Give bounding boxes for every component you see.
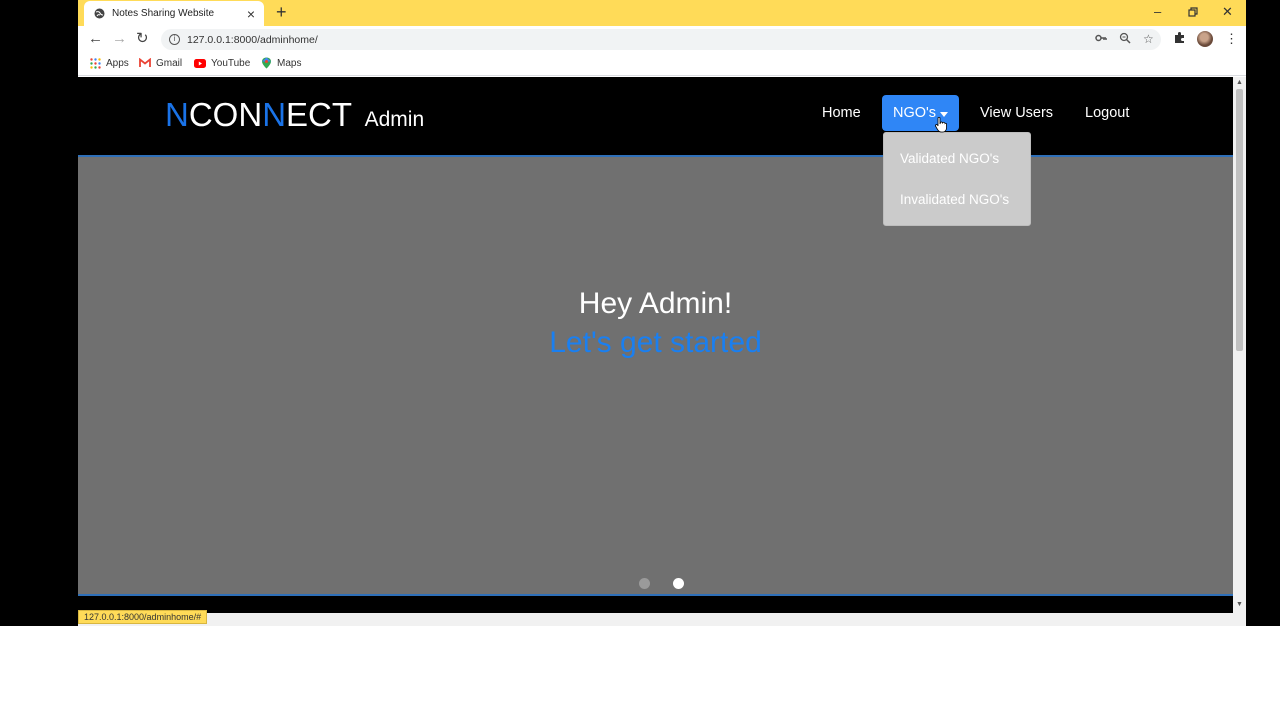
reload-icon[interactable]: ↻ <box>136 30 149 48</box>
horizontal-scrollbar[interactable] <box>78 613 1246 626</box>
bookmark-label: Maps <box>277 57 302 69</box>
menu-item-validated-ngos[interactable]: Validated NGO's <box>900 151 999 166</box>
key-icon[interactable] <box>1095 32 1107 47</box>
hero-subtitle: Let's get started <box>549 326 762 359</box>
logo-part: N <box>262 96 287 133</box>
info-icon[interactable]: i <box>169 34 180 45</box>
browser-tab[interactable]: Notes Sharing Website × <box>84 1 264 26</box>
browser-toolbar: ← → ↻ i 127.0.0.1:8000/adminhome/ ☆ ⋮ <box>78 26 1246 52</box>
web-page: NCONNECT Admin Home NGO's View Users Log… <box>78 77 1233 613</box>
address-url: 127.0.0.1:8000/adminhome/ <box>187 33 318 46</box>
hero-carousel: Hey Admin! Let's get started <box>78 155 1233 596</box>
logo-part: ECT <box>286 96 352 133</box>
caret-down-icon <box>940 111 949 117</box>
logo-part: CON <box>188 96 263 133</box>
scrollbar-thumb[interactable] <box>1236 89 1243 351</box>
bookmark-label: YouTube <box>211 57 251 69</box>
bookmark-label: Gmail <box>156 57 183 69</box>
hero-title: Hey Admin! <box>578 287 733 320</box>
nav-view-users-label: View Users <box>980 105 1054 121</box>
nav-home[interactable]: Home <box>822 95 861 131</box>
browser-window: Notes Sharing Website × + – ✕ ← → ↻ i 12… <box>78 0 1246 626</box>
scroll-up-icon[interactable]: ▲ <box>1236 79 1243 86</box>
bookmark-maps[interactable]: Maps <box>260 57 301 69</box>
screen-background: Notes Sharing Website × + – ✕ ← → ↻ i 12… <box>0 0 1280 626</box>
carousel-indicator-2[interactable] <box>673 578 684 589</box>
star-icon[interactable]: ☆ <box>1143 32 1154 46</box>
carousel-indicator-1[interactable] <box>639 578 650 589</box>
bookmark-label: Apps <box>106 57 129 69</box>
address-bar[interactable]: i 127.0.0.1:8000/adminhome/ ☆ <box>161 29 1161 50</box>
logo-suffix: Admin <box>364 108 425 131</box>
maps-icon <box>260 57 272 69</box>
profile-avatar[interactable] <box>1197 31 1213 47</box>
vertical-scrollbar[interactable]: ▲ ▼ <box>1233 77 1246 613</box>
back-icon[interactable]: ← <box>88 30 103 48</box>
tab-title: Notes Sharing Website <box>112 8 215 19</box>
new-tab-button[interactable]: + <box>276 3 287 21</box>
minimize-icon[interactable]: – <box>1154 2 1161 22</box>
tab-strip: Notes Sharing Website × + – ✕ <box>78 0 1246 26</box>
nav-ngos-dropdown-toggle[interactable]: NGO's <box>882 95 960 131</box>
gmail-icon <box>139 57 151 69</box>
extensions-icon[interactable] <box>1173 31 1186 48</box>
logo-part: N <box>165 96 189 133</box>
site-logo[interactable]: NCONNECT Admin <box>165 96 424 139</box>
bookmark-apps[interactable]: Apps <box>89 57 129 69</box>
nav-view-users[interactable]: View Users <box>980 95 1053 131</box>
nav-ngos-label: NGO's <box>893 105 937 121</box>
nav-logout-label: Logout <box>1085 105 1130 121</box>
zoom-icon[interactable] <box>1119 32 1131 47</box>
apps-grid-icon <box>89 57 101 69</box>
menu-item-invalidated-ngos[interactable]: Invalidated NGO's <box>900 192 1009 207</box>
menu-icon[interactable]: ⋮ <box>1225 31 1238 47</box>
globe-icon <box>94 8 105 19</box>
hand-cursor-icon <box>935 116 947 138</box>
nav-home-label: Home <box>822 105 861 121</box>
nav-logout[interactable]: Logout <box>1085 95 1129 131</box>
restore-icon[interactable] <box>1188 2 1198 23</box>
bookmarks-bar: Apps Gmail YouTube Maps <box>78 52 1246 76</box>
youtube-icon <box>194 57 206 69</box>
scroll-down-icon[interactable]: ▼ <box>1236 601 1243 608</box>
forward-icon[interactable]: → <box>112 30 127 48</box>
bookmark-youtube[interactable]: YouTube <box>194 57 250 69</box>
status-bar-url: 127.0.0.1:8000/adminhome/# <box>78 610 208 624</box>
close-window-icon[interactable]: ✕ <box>1222 2 1233 22</box>
close-tab-icon[interactable]: × <box>244 7 258 21</box>
ngos-dropdown-menu: Validated NGO's Invalidated NGO's <box>883 132 1031 226</box>
bookmark-gmail[interactable]: Gmail <box>139 57 182 69</box>
